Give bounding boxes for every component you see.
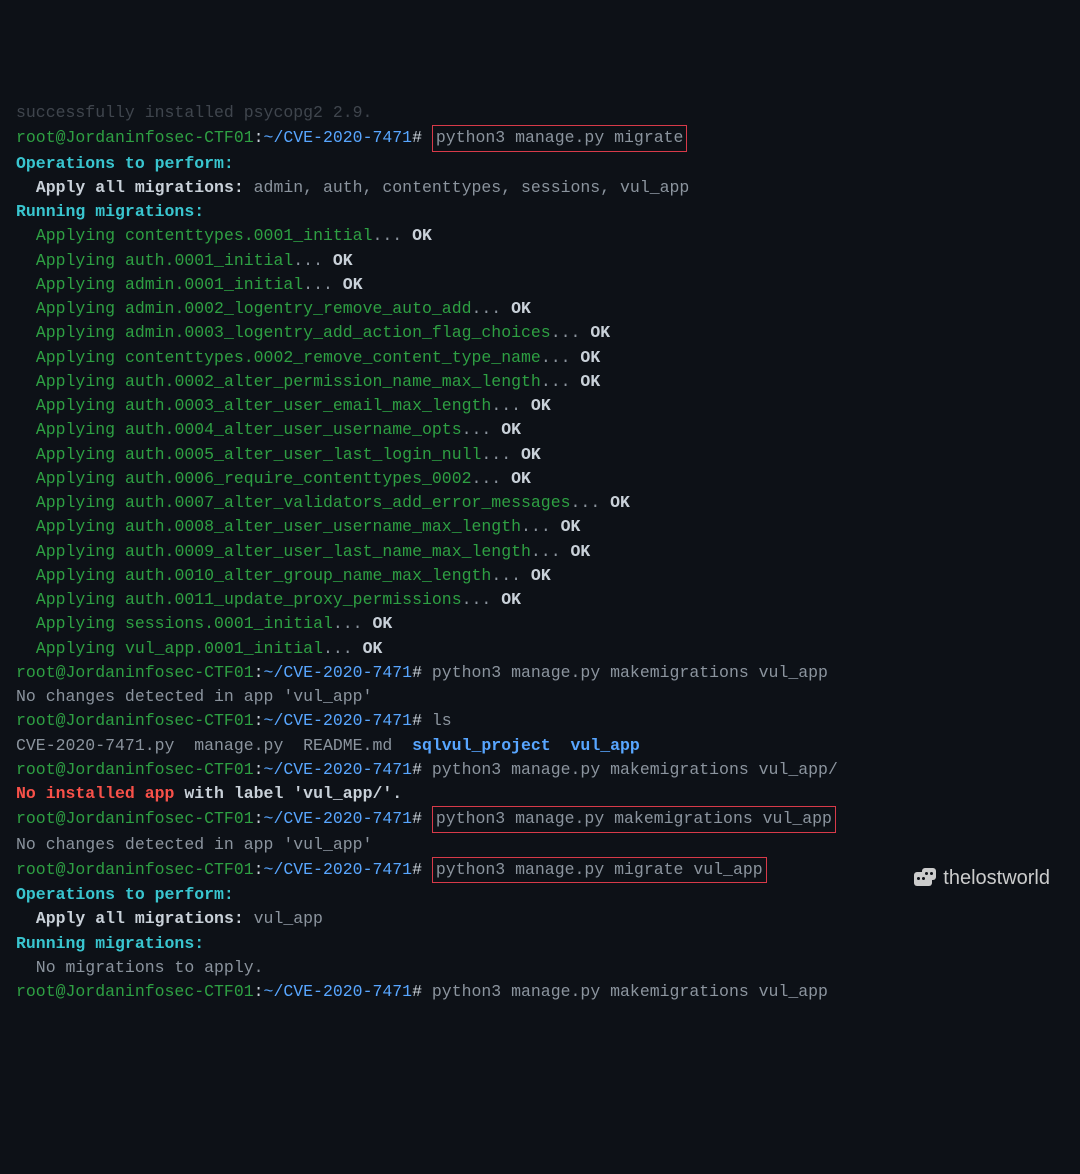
command-boxed: python3 manage.py makemigrations vul_app [432, 806, 836, 832]
command-boxed: python3 manage.py migrate [432, 125, 688, 151]
terminal-output: successfully installed psycopg2 2.9.root… [16, 101, 1064, 1004]
watermark-text: thelostworld [943, 864, 1050, 893]
watermark: thelostworld [912, 864, 1050, 893]
wechat-icon [912, 867, 938, 889]
command-boxed: python3 manage.py migrate vul_app [432, 857, 767, 883]
